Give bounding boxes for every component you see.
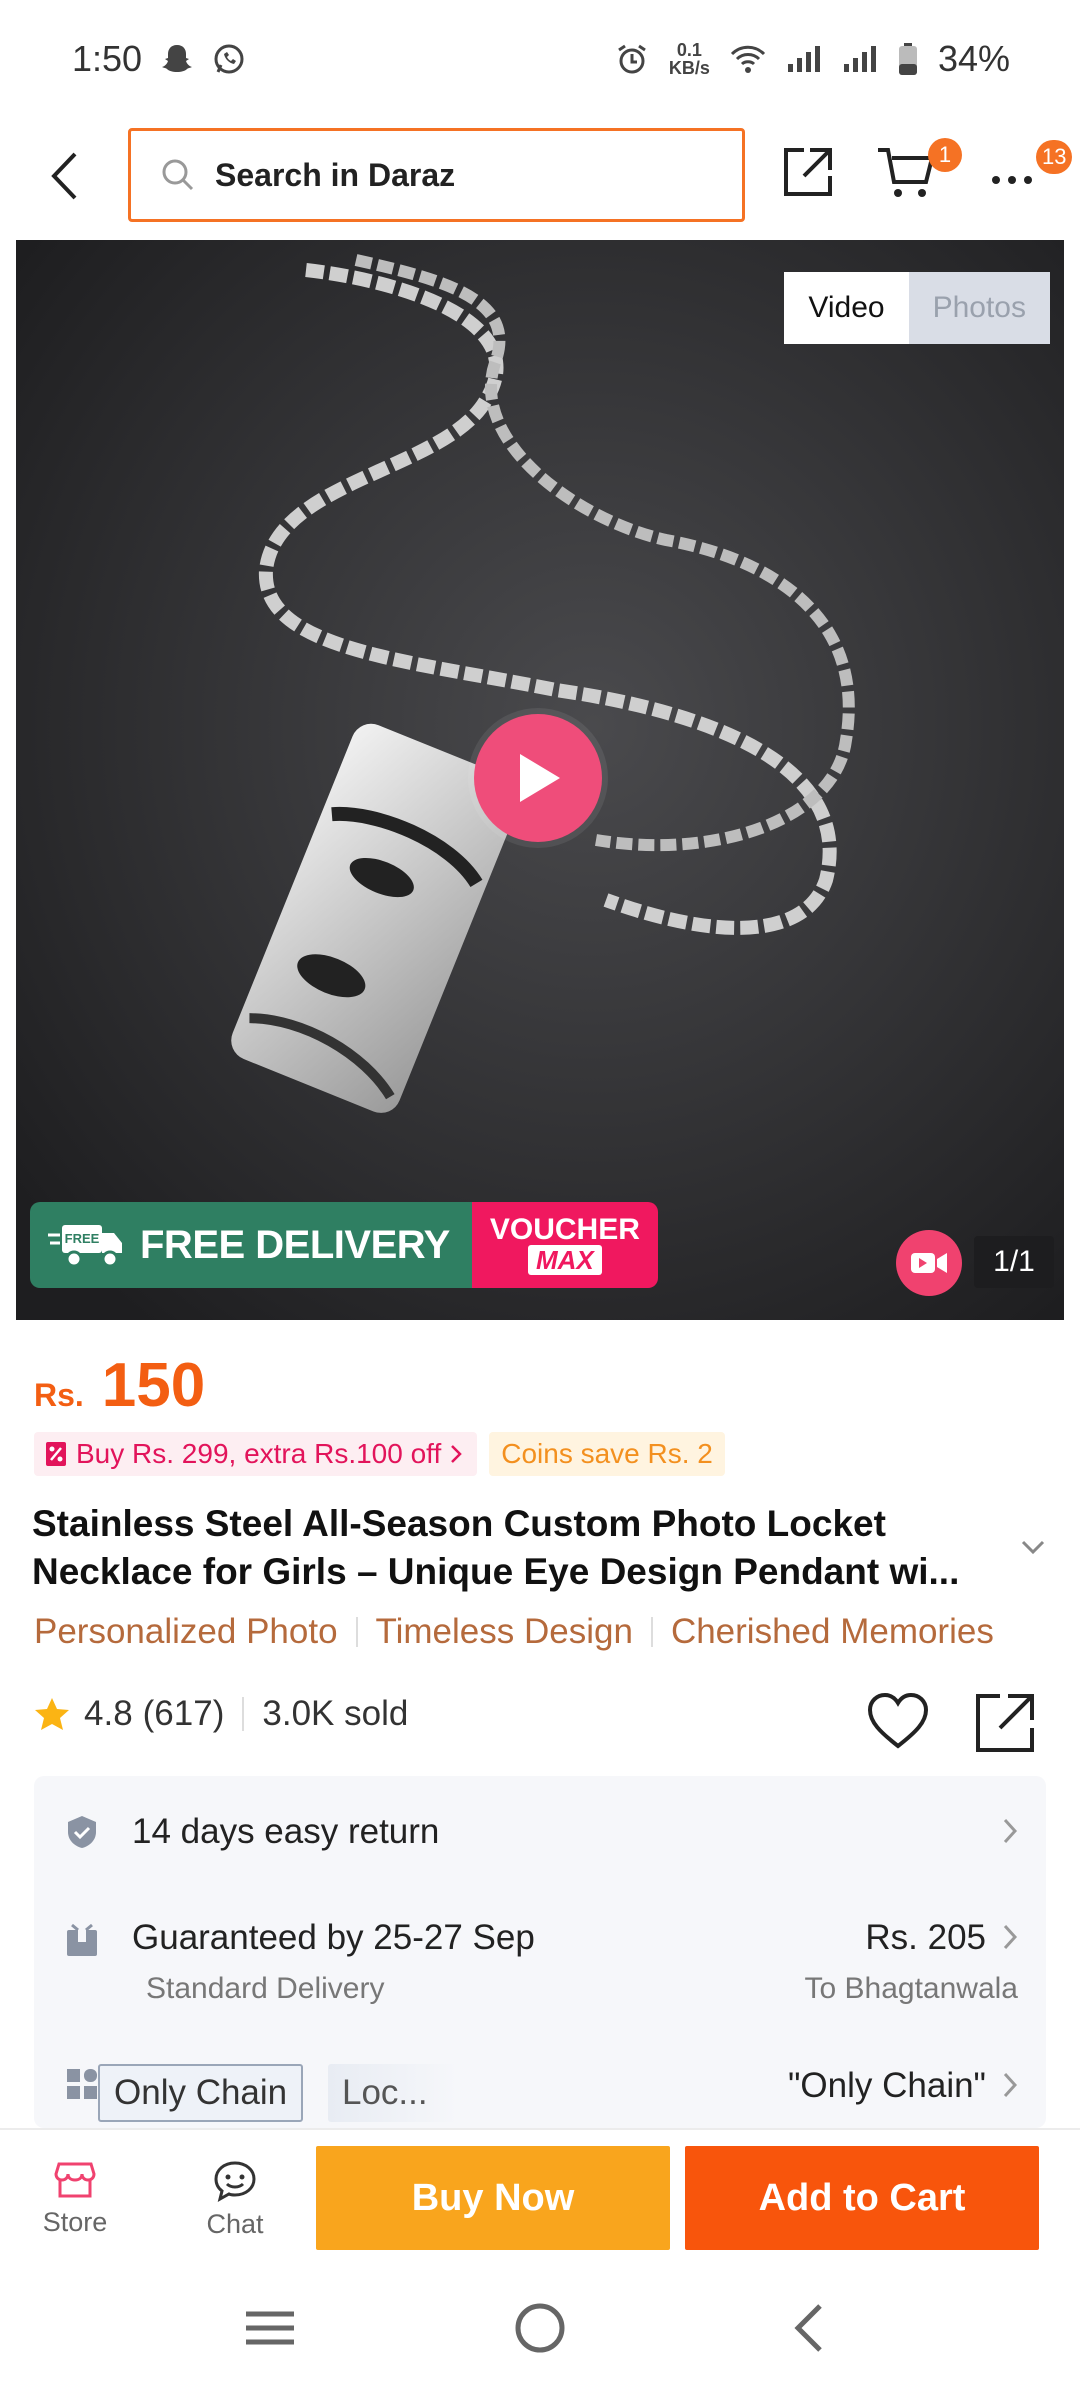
store-button[interactable]: Store	[30, 2160, 120, 2256]
voucher-max-badge: VOUCHER MAX	[471, 1202, 658, 1288]
variant-option-selected[interactable]: Only Chain	[98, 2064, 304, 2122]
product-media[interactable]: Video Photos FREE FREE DELIVERY VOUCHER …	[16, 240, 1064, 1320]
free-delivery-label: FREE DELIVERY	[140, 1222, 450, 1267]
top-navigation: Search in Daraz 1 13	[0, 126, 1080, 226]
star-icon	[35, 1698, 69, 1730]
tab-photos[interactable]: Photos	[908, 272, 1050, 344]
more-badge: 13	[1036, 140, 1073, 174]
status-time: 1:50	[72, 38, 143, 79]
chat-icon	[214, 2161, 256, 2202]
more-button[interactable]: 13	[990, 140, 1073, 196]
sold-count: 3.0K sold	[262, 1694, 409, 1733]
chevron-right-icon	[1003, 2072, 1018, 2098]
divider	[242, 1697, 245, 1731]
cart-button[interactable]: 1	[876, 138, 962, 202]
variant-grid-icon	[67, 2069, 97, 2099]
price-currency: Rs.	[34, 1377, 84, 1413]
return-policy-row[interactable]: 14 days easy return	[34, 1776, 1046, 1886]
system-back-button[interactable]	[780, 2300, 840, 2356]
delivery-row[interactable]: Guaranteed by 25-27 Sep Standard Deliver…	[34, 1886, 1046, 2016]
network-speed: 0.1 KB/s	[668, 40, 710, 78]
video-camera-icon	[896, 1230, 962, 1296]
search-input[interactable]: Search in Daraz	[128, 128, 745, 222]
variant-summary: "Only Chain"	[788, 2066, 986, 2105]
wishlist-button[interactable]	[866, 1692, 930, 1752]
product-tags: Personalized Photo Timeless Design Cheri…	[34, 1612, 1046, 1652]
chat-label: Chat	[206, 2209, 264, 2239]
buy-now-button[interactable]: Buy Now	[316, 2146, 670, 2250]
rating-value: 4.8	[84, 1694, 133, 1733]
snapchat-icon	[160, 42, 194, 76]
media-counter: 1/1	[974, 1236, 1054, 1288]
tag: Timeless Design	[375, 1612, 633, 1651]
cart-badge: 1	[928, 138, 962, 172]
voucher-icon	[46, 1442, 66, 1466]
share-icon	[976, 1694, 1034, 1752]
recent-apps-button[interactable]	[240, 2300, 300, 2356]
share-icon	[784, 148, 832, 196]
status-bar: 1:50 0.1 KB/s 34%	[0, 0, 1080, 118]
tab-video[interactable]: Video	[784, 272, 909, 344]
divider	[650, 1617, 653, 1647]
share-product-button[interactable]	[972, 1690, 1038, 1756]
promo-row: Buy Rs. 299, extra Rs.100 off Coins save…	[34, 1432, 725, 1476]
chevron-left-icon	[51, 152, 77, 200]
home-button[interactable]	[510, 2300, 570, 2356]
variant-option[interactable]: Loc...	[328, 2064, 458, 2122]
delivery-box-icon	[67, 1923, 97, 1956]
tag: Personalized Photo	[34, 1612, 338, 1651]
add-to-cart-button[interactable]: Add to Cart	[685, 2146, 1039, 2250]
more-icon	[992, 176, 1032, 184]
rating-row[interactable]: 4.8 (617) 3.0K sold	[34, 1694, 408, 1734]
delivery-guarantee: Guaranteed by 25-27 Sep	[132, 1918, 535, 1957]
delivery-type: Standard Delivery	[146, 1972, 385, 2005]
alarm-icon	[615, 42, 649, 76]
battery-icon	[898, 42, 918, 76]
play-button[interactable]	[474, 714, 602, 842]
shield-check-icon	[68, 1816, 96, 1848]
svg-text:FREE: FREE	[65, 1231, 100, 1246]
menu-icon	[246, 2311, 294, 2345]
chevron-down-icon	[1021, 1540, 1045, 1555]
home-circle-icon	[515, 2303, 565, 2353]
store-icon	[54, 2162, 96, 2198]
expand-title-button[interactable]	[1018, 1532, 1048, 1562]
price: Rs. 150	[34, 1350, 205, 1421]
whatsapp-icon	[212, 42, 246, 76]
store-label: Store	[42, 2207, 108, 2237]
divider	[355, 1617, 358, 1647]
action-bar: Store Chat Buy Now Add to Cart	[0, 2128, 1080, 2268]
product-title: Stainless Steel All-Season Custom Photo …	[32, 1503, 960, 1592]
delivery-price: Rs. 205	[865, 1918, 986, 1957]
delivery-location: To Bhagtanwala	[804, 1972, 1019, 2005]
system-navigation	[0, 2268, 1080, 2388]
share-button[interactable]	[780, 144, 836, 200]
chat-button[interactable]: Chat	[190, 2160, 280, 2256]
chevron-left-icon	[794, 2304, 822, 2352]
chevron-right-icon	[1003, 1924, 1018, 1950]
tag: Cherished Memories	[670, 1612, 994, 1651]
chevron-right-icon	[451, 1445, 463, 1463]
wifi-icon	[730, 44, 766, 74]
chevron-right-icon	[1003, 1818, 1018, 1844]
play-icon	[520, 754, 560, 802]
heart-icon	[867, 1692, 929, 1749]
free-delivery-badge: FREE FREE DELIVERY	[30, 1202, 472, 1288]
search-placeholder: Search in Daraz	[215, 156, 456, 193]
coins-offer[interactable]: Coins save Rs. 2	[489, 1432, 725, 1476]
media-tabs: Video Photos	[784, 272, 1050, 344]
review-count: (617)	[142, 1694, 225, 1733]
promo-offer[interactable]: Buy Rs. 299, extra Rs.100 off	[34, 1432, 478, 1476]
battery-percent: 34%	[937, 38, 1010, 79]
promo-banner: FREE FREE DELIVERY VOUCHER MAX	[30, 1202, 658, 1288]
back-button[interactable]	[38, 146, 90, 206]
delivery-truck-icon: FREE	[48, 1225, 122, 1268]
return-policy-label: 14 days easy return	[132, 1812, 440, 1851]
signal-icon	[786, 44, 822, 74]
price-value: 150	[101, 1351, 206, 1420]
signal-icon	[842, 44, 878, 74]
search-icon	[162, 159, 194, 191]
